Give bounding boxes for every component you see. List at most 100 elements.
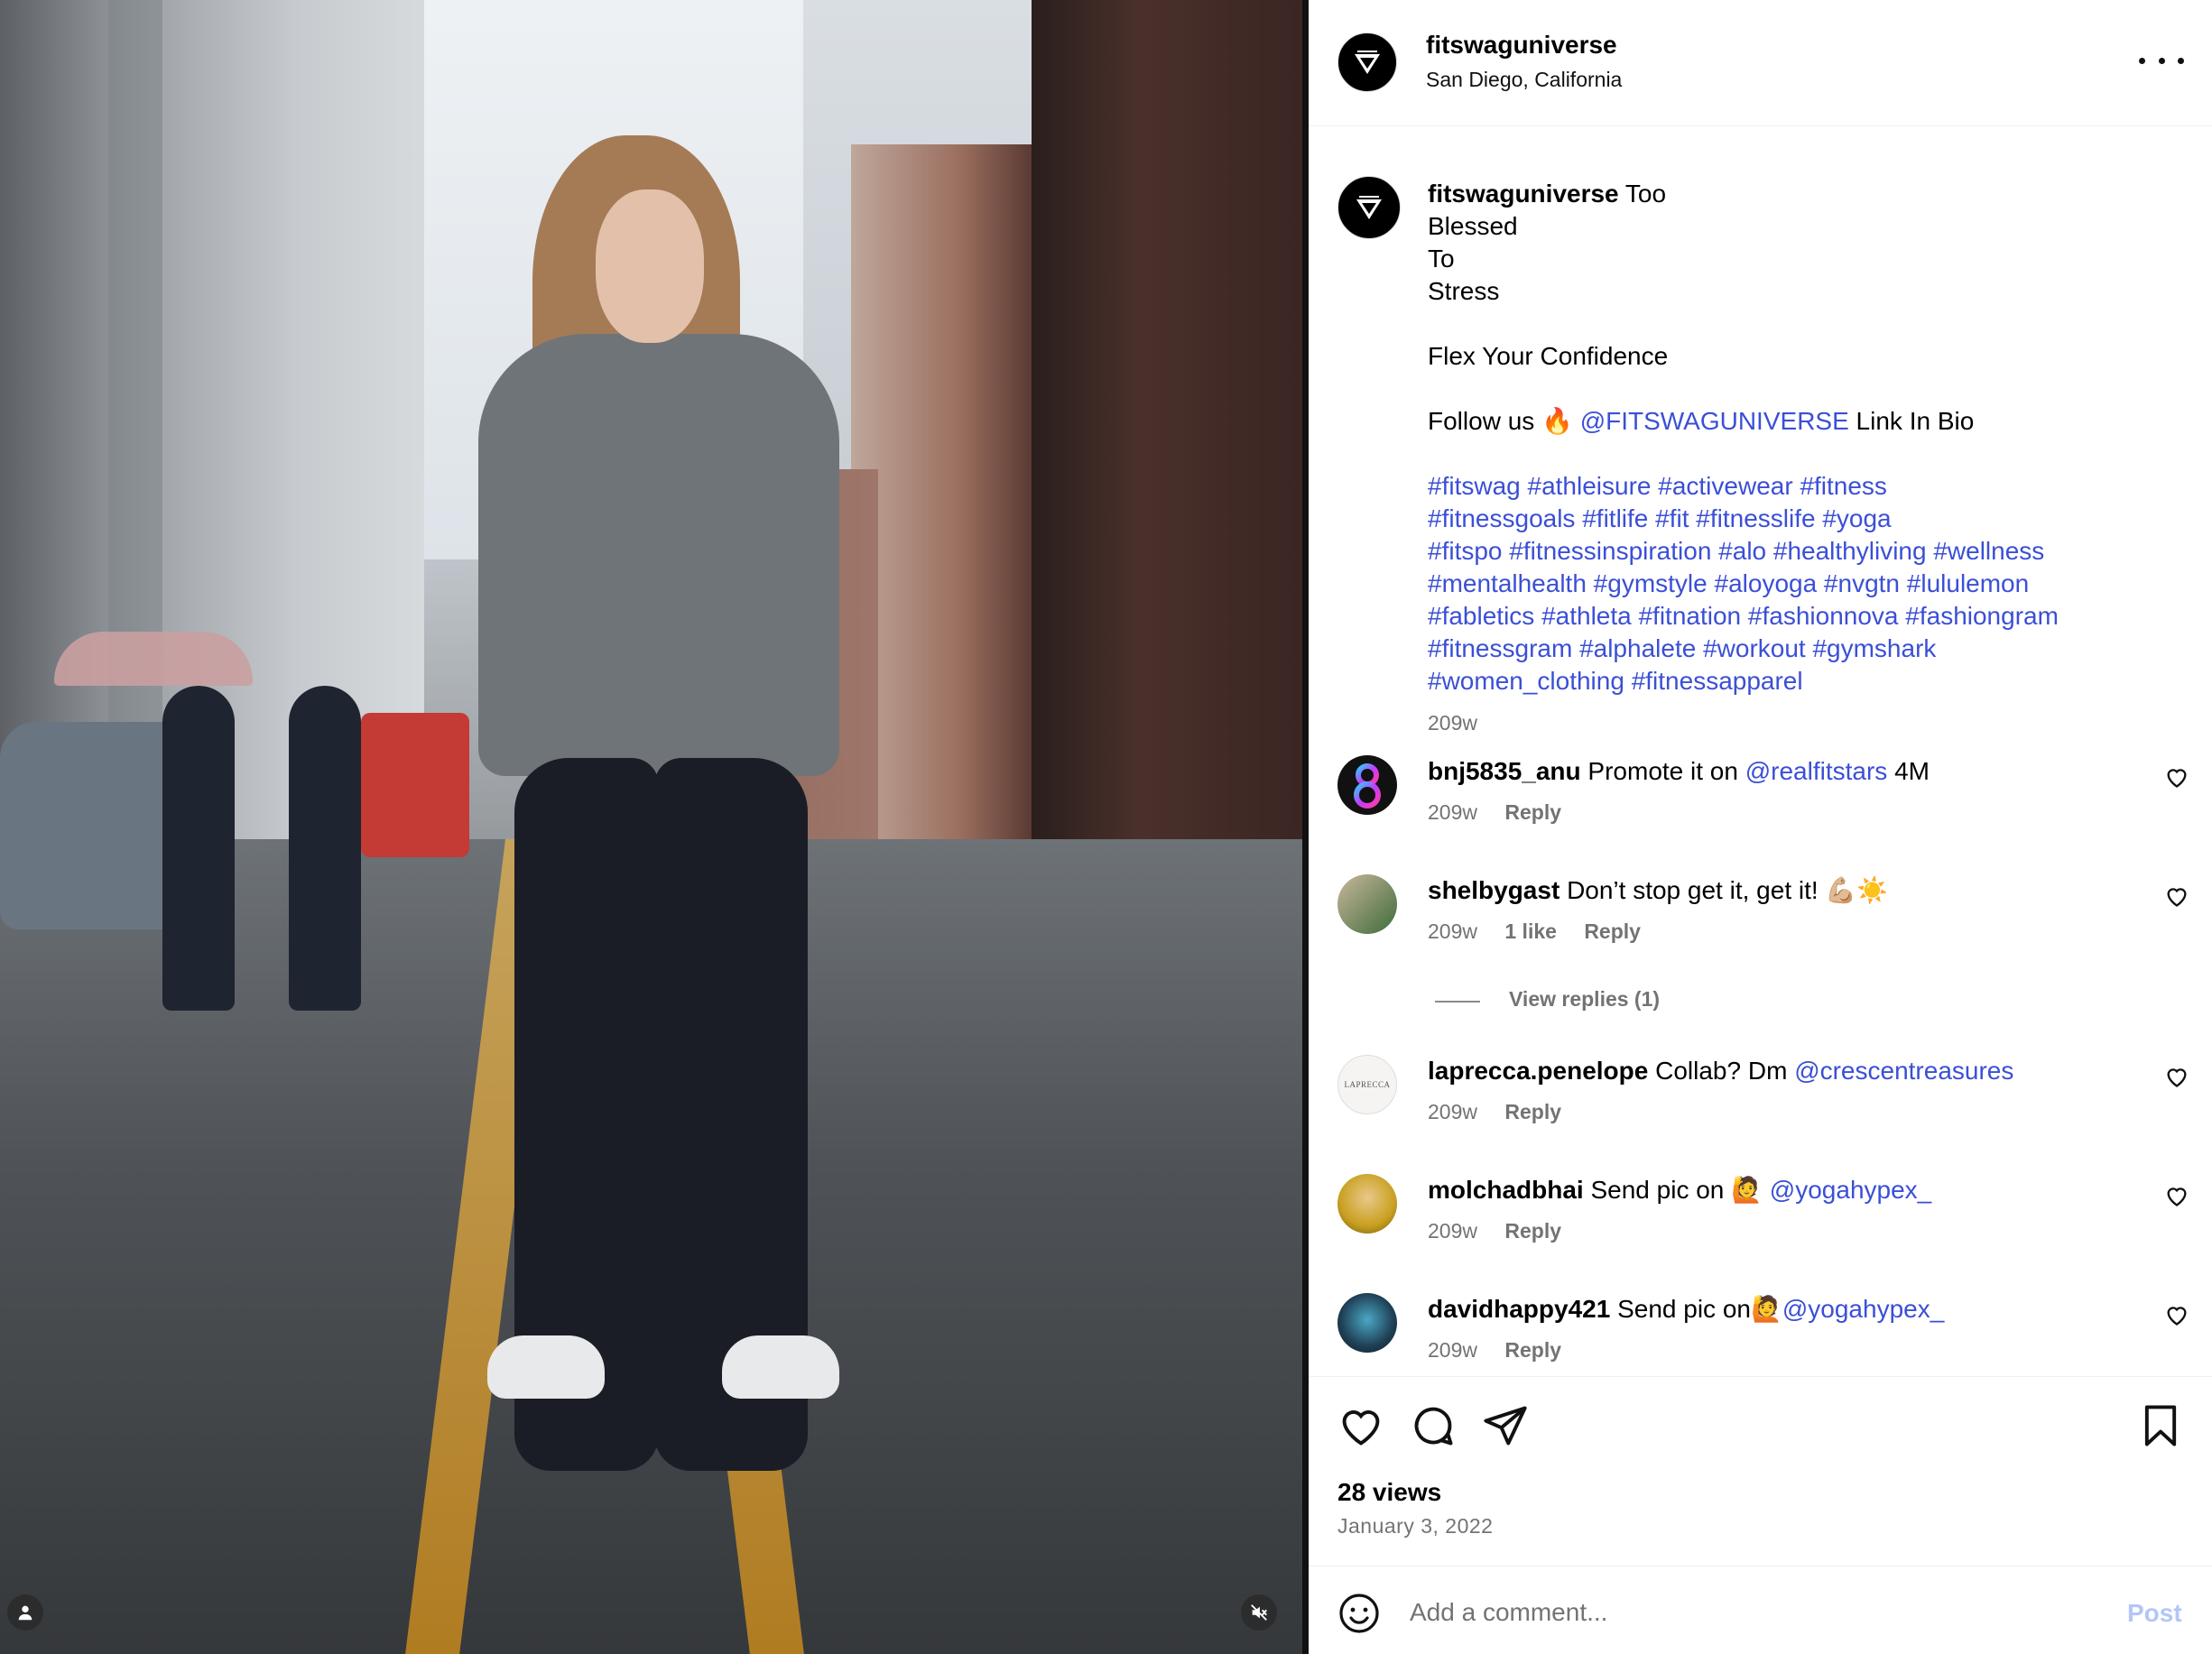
caption-hashtags[interactable]: #fabletics #athleta #fitnation #fashionn…: [1428, 600, 2186, 633]
commenter-avatar[interactable]: [1337, 874, 1397, 934]
comment-mention-link[interactable]: @yogahypex_: [1782, 1295, 1944, 1323]
post-media-video[interactable]: [0, 0, 1302, 1654]
comment-timestamp[interactable]: 209w: [1428, 919, 1477, 943]
post-actions: 28 views January 3, 2022: [1309, 1376, 2212, 1566]
caption-hashtags[interactable]: #mentalhealth #gymstyle #aloyoga #nvgtn …: [1428, 568, 2186, 600]
caption-username[interactable]: fitswaguniverse: [1428, 180, 1619, 208]
caption-hashtags[interactable]: #fitnessgoals #fitlife #fit #fitnesslife…: [1428, 503, 2186, 535]
comment-bubble-icon: [1414, 1407, 1453, 1446]
comment-likes-count[interactable]: 1 like: [1504, 919, 1557, 943]
comment-username[interactable]: bnj5835_anu: [1428, 757, 1581, 785]
media-bus: [361, 713, 469, 857]
post-comment-button[interactable]: Post: [2127, 1599, 2182, 1628]
comment-reply-button[interactable]: Reply: [1504, 800, 1561, 824]
views-count[interactable]: 28 views: [1337, 1478, 1441, 1507]
like-button[interactable]: [1337, 1402, 1384, 1449]
caption-hashtags[interactable]: #fitspo #fitnessinspiration #alo #health…: [1428, 535, 2186, 568]
more-options-icon: [2178, 57, 2184, 64]
media-building-mid: [851, 144, 1032, 884]
user-tag-button[interactable]: [7, 1594, 43, 1631]
caption-text: Follow us 🔥: [1428, 407, 1573, 435]
media-model: [460, 135, 839, 1471]
fitswag-logo-icon: [1355, 51, 1380, 74]
caption-hashtags[interactable]: #fitswag #athleisure #activewear #fitnes…: [1428, 470, 2186, 503]
comment-text: molchadbhai Send pic on 🙋 @yogahypex_: [1428, 1174, 2132, 1206]
comment-mention-link[interactable]: @yogahypex_: [1770, 1176, 1931, 1204]
comment-like-heart-icon[interactable]: [2164, 764, 2189, 790]
caption-text: Link In Bio: [1856, 407, 1975, 435]
comment-meta: 209w Reply: [1428, 1100, 1583, 1124]
commenter-avatar[interactable]: [1337, 1174, 1397, 1234]
caption-author-avatar[interactable]: [1337, 176, 1401, 239]
more-options-button[interactable]: [2139, 47, 2184, 74]
heart-icon: [1342, 1410, 1380, 1446]
comment-item: davidhappy421 Send pic on🙋@yogahypex_ 20…: [1309, 1293, 2212, 1376]
comment-username[interactable]: molchadbhai: [1428, 1176, 1584, 1204]
share-button[interactable]: [1482, 1402, 1529, 1449]
comment-body: Don’t stop get it, get it! 💪🏼☀️: [1567, 876, 1889, 904]
comment-item: bnj5835_anu Promote it on @realfitstars …: [1309, 755, 2212, 855]
laprecca-avatar-text: LAPRECCA: [1344, 1080, 1391, 1089]
comment-timestamp[interactable]: 209w: [1428, 800, 1477, 824]
caption-timestamp[interactable]: 209w: [1428, 707, 2186, 739]
post-details-panel: fitswaguniverse San Diego, California fi…: [1309, 0, 2212, 1654]
caption-body: fitswaguniverse Too Blessed To Stress Fl…: [1428, 178, 2186, 739]
comment-item: LAPRECCA laprecca.penelope Collab? Dm @c…: [1309, 1055, 2212, 1154]
fitswag-logo-icon: [1356, 196, 1382, 219]
author-username[interactable]: fitswaguniverse: [1426, 31, 1617, 60]
comment-username[interactable]: davidhappy421: [1428, 1295, 1610, 1323]
view-replies-dash: [1435, 1001, 1480, 1003]
post-header: fitswaguniverse San Diego, California: [1309, 0, 2212, 126]
comment-reply-button[interactable]: Reply: [1504, 1219, 1561, 1243]
mute-button[interactable]: [1241, 1594, 1277, 1631]
caption-mention-link[interactable]: @FITSWAGUNIVERSE: [1580, 407, 1849, 435]
model-top: [478, 334, 839, 776]
comment-button[interactable]: [1410, 1402, 1457, 1449]
model-shoe-right: [722, 1335, 839, 1399]
caption-text: Too: [1624, 180, 1667, 208]
comment-reply-button[interactable]: Reply: [1504, 1100, 1561, 1123]
save-button[interactable]: [2137, 1402, 2184, 1449]
user-tag-icon: [18, 1605, 32, 1621]
author-avatar[interactable]: [1337, 32, 1397, 92]
caption-text: Stress: [1428, 277, 1500, 305]
model-shoe-left: [487, 1335, 605, 1399]
comment-timestamp[interactable]: 209w: [1428, 1338, 1477, 1362]
emoji-smile-icon: [1339, 1594, 1379, 1633]
comment-like-heart-icon[interactable]: [2164, 1064, 2189, 1089]
comment-input[interactable]: [1410, 1590, 2059, 1635]
comment-text: bnj5835_anu Promote it on @realfitstars …: [1428, 755, 2132, 788]
post-location[interactable]: San Diego, California: [1426, 68, 1622, 92]
comment-body: Send pic on 🙋: [1590, 1176, 1763, 1204]
view-replies-label: View replies (1): [1509, 987, 1661, 1011]
caption-hashtags[interactable]: #women_clothing #fitnessapparel: [1428, 665, 2186, 698]
view-replies-button[interactable]: View replies (1): [1435, 985, 1796, 1018]
caption-hashtags[interactable]: #fitnessgram #alphalete #workout #gymsha…: [1428, 633, 2186, 665]
comment-body: Collab? Dm: [1655, 1057, 1788, 1085]
commenter-avatar[interactable]: [1337, 755, 1397, 815]
emoji-button[interactable]: [1337, 1592, 1381, 1635]
comment-item: shelbygast Don’t stop get it, get it! 💪🏼…: [1309, 874, 2212, 974]
comment-like-heart-icon[interactable]: [2164, 883, 2189, 909]
comment-reply-button[interactable]: Reply: [1504, 1338, 1561, 1362]
add-comment-bar: Post: [1309, 1566, 2212, 1654]
comment-username[interactable]: laprecca.penelope: [1428, 1057, 1648, 1085]
comment-mention-link[interactable]: @crescentreasures: [1794, 1057, 2013, 1085]
comment-text: shelbygast Don’t stop get it, get it! 💪🏼…: [1428, 874, 2132, 907]
media-panel-divider: [1302, 0, 1309, 1654]
comment-timestamp[interactable]: 209w: [1428, 1100, 1477, 1123]
comment-like-heart-icon[interactable]: [2164, 1183, 2189, 1208]
commenter-avatar[interactable]: [1337, 1293, 1397, 1353]
comment-reply-button[interactable]: Reply: [1584, 919, 1641, 943]
comment-timestamp[interactable]: 209w: [1428, 1219, 1477, 1243]
comment-mention-link[interactable]: @realfitstars: [1745, 757, 1888, 785]
comment-username[interactable]: shelbygast: [1428, 876, 1560, 904]
commenter-avatar[interactable]: LAPRECCA: [1337, 1055, 1397, 1114]
comments-scroll-area[interactable]: fitswaguniverse Too Blessed To Stress Fl…: [1309, 127, 2212, 1376]
post-date[interactable]: January 3, 2022: [1337, 1514, 1493, 1538]
comment-like-heart-icon[interactable]: [2164, 1302, 2189, 1327]
comment-text: davidhappy421 Send pic on🙋@yogahypex_: [1428, 1293, 2132, 1326]
